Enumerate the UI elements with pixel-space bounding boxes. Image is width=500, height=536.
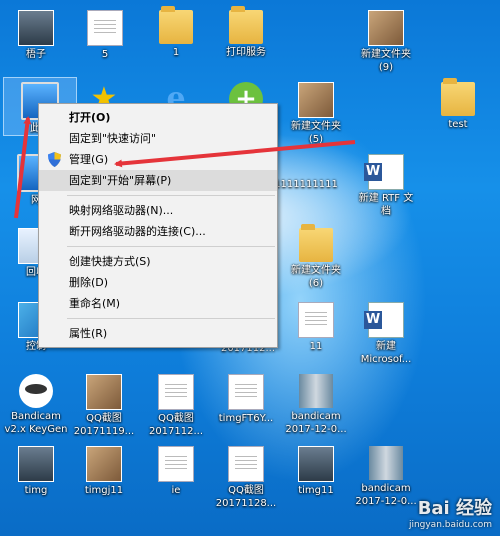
desktop-icon-label: timg — [24, 485, 48, 496]
menu-item-label: 管理(G) — [69, 153, 109, 166]
menu-separator — [67, 246, 275, 247]
uac-shield-icon — [48, 152, 61, 167]
doc-icon — [298, 302, 334, 338]
doc-icon — [228, 374, 264, 410]
menu-separator — [67, 195, 275, 196]
desktop-icon-label: 新建文件夹 (9) — [361, 49, 411, 73]
person-icon — [18, 446, 54, 482]
desktop-icon-label: ie — [171, 485, 181, 496]
menu-item-label: 创建快捷方式(S) — [69, 255, 151, 268]
desktop-icon-newfolder6[interactable]: 新建文件夹 (6) — [280, 224, 352, 290]
menu-item-10[interactable]: 重命名(M) — [39, 293, 277, 314]
menu-item-9[interactable]: 删除(D) — [39, 272, 277, 293]
desktop-icon-label: 新建 RTF 文 档 — [358, 193, 414, 217]
person-icon — [298, 446, 334, 482]
doc-icon — [158, 446, 194, 482]
desktop-icon-timgj11[interactable]: timgj11 — [68, 442, 140, 497]
desktop-icon-test[interactable]: test — [422, 78, 494, 131]
desktop-icon-timg[interactable]: timg — [0, 442, 72, 497]
desktop-icon-five[interactable]: 5 — [69, 6, 141, 61]
desktop-icon-qq3[interactable]: QQ截图 20171128... — [210, 442, 282, 510]
desktop-icon-label: 新建文件夹 (6) — [291, 265, 341, 289]
desktop-icon-bandicam1[interactable]: Bandicam v2.x KeyGen — [0, 370, 72, 436]
menu-item-12[interactable]: 属性(R) — [39, 323, 277, 344]
desktop-icon-label: timg11 — [298, 485, 334, 496]
watermark-url: jingyan.baidu.com — [408, 520, 492, 530]
desktop-icon-timgf6[interactable]: timgFT6Y... — [210, 370, 282, 425]
desktop-icon-label: 11 — [309, 341, 323, 352]
desktop-icon-label: QQ截图 20171128... — [215, 485, 277, 509]
desktop-icon-label: QQ截图 2017112... — [148, 413, 204, 437]
doc-icon — [228, 446, 264, 482]
menu-item-5[interactable]: 映射网络驱动器(N)... — [39, 200, 277, 221]
desktop-icon-meizi[interactable]: 梧子 — [0, 6, 72, 61]
doc-icon — [158, 374, 194, 410]
menu-item-label: 删除(D) — [69, 276, 109, 289]
desktop-icon-label: Bandicam v2.x KeyGen — [4, 411, 68, 435]
desktop-icon-label: 梧子 — [26, 49, 46, 60]
strip-icon — [299, 374, 333, 408]
menu-item-label: 固定到"开始"屏幕(P) — [69, 174, 172, 187]
menu-item-label: 打开(O) — [69, 111, 111, 124]
menu-item-label: 断开网络驱动器的连接(C)... — [69, 225, 206, 238]
context-menu: 打开(O) 固定到"快速访问" 管理(G) 固定到"开始"屏幕(P) 映射网络驱动器(N… — [38, 103, 278, 348]
bandicam-icon — [19, 374, 53, 408]
menu-item-1[interactable]: 固定到"快速访问" — [39, 128, 277, 149]
doc-icon — [87, 10, 123, 46]
folder-icon — [299, 224, 333, 262]
menu-item-label: 固定到"快速访问" — [69, 132, 157, 145]
desktop-icon-label: 新建 Microsof... — [360, 341, 412, 365]
desktop-icon-ie2[interactable]: ie — [140, 442, 212, 497]
watermark-logo: Bai 经验 — [417, 498, 492, 519]
menu-item-label: 属性(R) — [69, 327, 108, 340]
photo-icon — [298, 82, 334, 118]
watermark: Bai 经验 jingyan.baidu.com — [409, 494, 492, 530]
strip-icon — [369, 446, 403, 480]
desktop-icon-label: 新建文件夹 (5) — [291, 121, 341, 145]
desktop-icon-label: 打印服务 — [226, 47, 266, 58]
folder-icon — [159, 6, 193, 44]
desktop-icon-label: timgj11 — [84, 485, 124, 496]
menu-item-8[interactable]: 创建快捷方式(S) — [39, 251, 277, 272]
desktop-icon-msword[interactable]: 新建 Microsof... — [350, 298, 422, 366]
folder-icon — [441, 78, 475, 116]
desktop-icon-label: test — [448, 119, 468, 130]
desktop-icon-qq2[interactable]: QQ截图 2017112... — [140, 370, 212, 438]
menu-item-2[interactable]: 管理(G) — [39, 149, 277, 170]
desktop-icon-label: 5 — [101, 49, 109, 60]
desktop-icon-label: bandicam 2017-12-0... — [285, 411, 347, 435]
person-icon — [18, 10, 54, 46]
menu-item-0[interactable]: 打开(O) — [39, 107, 277, 128]
menu-item-label: 重命名(M) — [69, 297, 121, 310]
desktop-icon-qq1[interactable]: QQ截图 20171119... — [68, 370, 140, 438]
desktop-icon-timg11[interactable]: timg11 — [280, 442, 352, 497]
desktop-icon-label: QQ截图 20171119... — [73, 413, 135, 437]
desktop-icon-print[interactable]: 打印服务 — [210, 6, 282, 59]
desktop-icon-label: 1 — [172, 47, 180, 58]
word-icon — [364, 154, 404, 190]
menu-item-3[interactable]: 固定到"开始"屏幕(P) — [39, 170, 277, 191]
menu-item-6[interactable]: 断开网络驱动器的连接(C)... — [39, 221, 277, 242]
desktop-icon-label: 1111111111 — [274, 179, 338, 190]
desktop-icon-newfolder9[interactable]: 新建文件夹 (9) — [350, 6, 422, 74]
folder-icon — [229, 6, 263, 44]
word-icon — [364, 302, 404, 338]
desktop-icon-label: timgFT6Y... — [218, 413, 274, 424]
menu-item-label: 映射网络驱动器(N)... — [69, 204, 174, 217]
desktop-icon-digits[interactable]: 1111111111 — [270, 178, 342, 191]
photo-icon — [86, 446, 122, 482]
desktop-icon-rtf[interactable]: 新建 RTF 文 档 — [350, 150, 422, 218]
photo-icon — [86, 374, 122, 410]
menu-separator — [67, 318, 275, 319]
desktop-icon-one[interactable]: 1 — [140, 6, 212, 59]
desktop-icon-bandicam2[interactable]: bandicam 2017-12-0... — [280, 370, 352, 436]
desktop-icon-newfolder5[interactable]: 新建文件夹 (5) — [280, 78, 352, 146]
desktop-icon-eleven[interactable]: 11 — [280, 298, 352, 353]
photo-icon — [368, 10, 404, 46]
